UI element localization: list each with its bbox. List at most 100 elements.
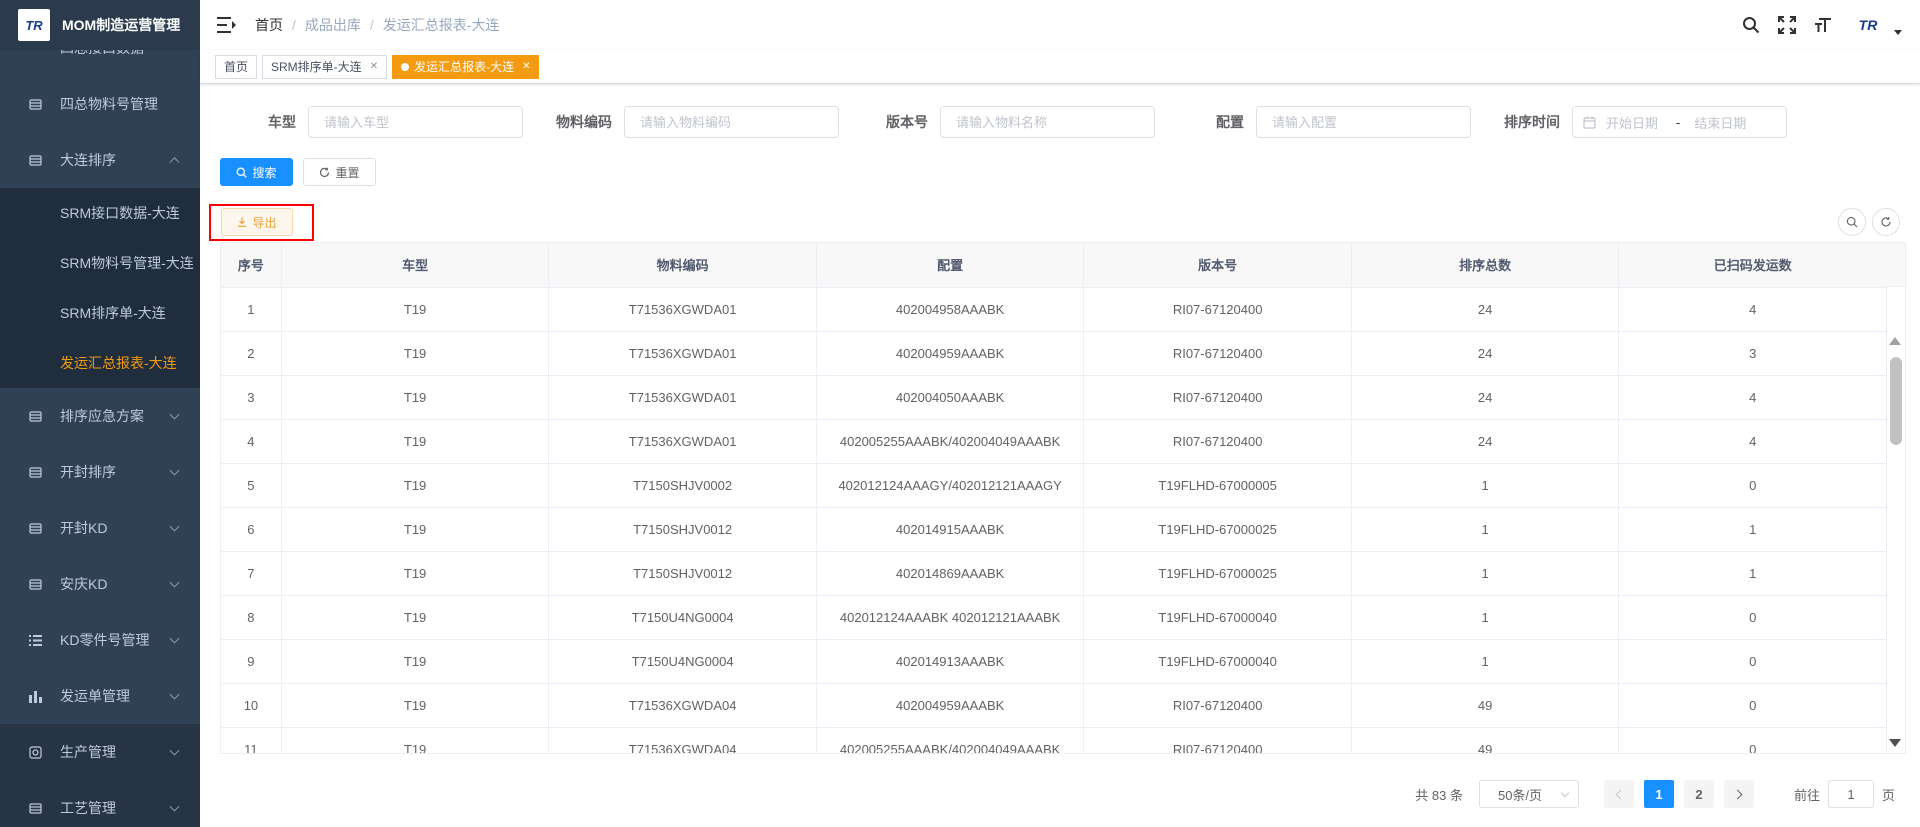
chevron-down-icon: [169, 521, 180, 532]
caret-down-icon[interactable]: [1894, 29, 1902, 35]
sidebar-item[interactable]: 工艺管理: [0, 780, 200, 827]
table-row[interactable]: 5 T19 T7150SHJV0002 402012124AAAGY/40201212…: [221, 463, 1887, 508]
scroll-down-icon[interactable]: [1889, 739, 1901, 747]
cell-index: 4: [221, 419, 282, 464]
date-range-picker[interactable]: 开始日期 - 结束日期: [1572, 106, 1787, 138]
end-date[interactable]: 结束日期: [1694, 113, 1746, 132]
search-button-label: 搜索: [252, 165, 277, 180]
version-input[interactable]: [940, 106, 1155, 138]
breadcrumb-home[interactable]: 首页: [255, 15, 283, 35]
cell-material-code: T7150SHJV0002: [548, 463, 817, 508]
export-highlight-box: [209, 204, 314, 241]
total-count: 共 83 条: [1415, 787, 1463, 803]
cell-config: 402004959AAABK: [816, 683, 1085, 728]
tag-home[interactable]: 首页: [215, 54, 258, 79]
fullscreen-icon[interactable]: [1776, 14, 1798, 36]
prev-page-button[interactable]: [1603, 780, 1634, 808]
close-icon[interactable]: ✕: [370, 61, 378, 72]
chevron-down-icon: [169, 409, 180, 420]
config-input[interactable]: [1256, 106, 1471, 138]
search-icon[interactable]: [1740, 14, 1762, 36]
cell-model: T19: [281, 375, 550, 420]
table-row[interactable]: 2 T19 T71536XGWDA01 402004959AAABK RI07-6712…: [221, 331, 1887, 376]
close-icon[interactable]: ✕: [522, 61, 530, 72]
sidebar-item[interactable]: 排序应急方案: [0, 388, 200, 444]
table-row[interactable]: 4 T19 T71536XGWDA01 402005255AAABK/40200404…: [221, 419, 1887, 464]
pagination: 共 83 条 50条/页 1 2 前往 页: [1415, 780, 1895, 808]
table-scrollbar[interactable]: [1887, 287, 1905, 753]
cell-material-code: T71536XGWDA01: [548, 331, 817, 376]
sidebar-item[interactable]: 发运单管理: [0, 668, 200, 724]
sidebar-item[interactable]: 生产管理: [0, 724, 200, 780]
reset-button[interactable]: 重置: [303, 158, 376, 186]
cell-sort-total: 49: [1351, 727, 1620, 753]
cell-model: T19: [281, 463, 550, 508]
hamburger-icon[interactable]: [217, 16, 237, 34]
search-button[interactable]: 搜索: [220, 158, 293, 186]
table-row[interactable]: 1 T19 T71536XGWDA01 402004958AAABK RI07-6712…: [221, 287, 1887, 332]
cell-index: 11: [221, 727, 282, 753]
goto-page-input[interactable]: [1827, 780, 1874, 808]
cell-scanned-shipped: 0: [1618, 595, 1887, 640]
scroll-thumb[interactable]: [1890, 357, 1902, 445]
material-code-input[interactable]: [624, 106, 839, 138]
cell-material-code: T71536XGWDA01: [548, 419, 817, 464]
tag-shipping-report[interactable]: 发运汇总报表-大连 ✕: [392, 54, 540, 79]
cell-model: T19: [281, 551, 550, 596]
tag-srm-sort[interactable]: SRM排序单-大连 ✕: [262, 54, 388, 79]
tag-label: 首页: [224, 60, 249, 74]
top-header: 首页 / 成品出库 / 发运汇总报表-大连 TR: [200, 0, 1920, 50]
toggle-search-button[interactable]: [1838, 208, 1866, 236]
page-2-button[interactable]: 2: [1683, 780, 1714, 808]
start-date[interactable]: 开始日期: [1606, 113, 1658, 132]
calendar-icon: [1583, 116, 1596, 129]
chevron-left-icon: [1615, 789, 1626, 799]
cell-material-code: T71536XGWDA04: [548, 727, 817, 753]
table-row[interactable]: 11 T19 T71536XGWDA04 402005255AAABK/4020040…: [221, 727, 1887, 753]
cell-index: 3: [221, 375, 282, 420]
sidebar-subitem[interactable]: SRM物料号管理-大连: [0, 238, 200, 288]
page-size-select[interactable]: 50条/页: [1478, 780, 1579, 808]
list-icon: [28, 633, 42, 647]
sidebar-item[interactable]: 开封排序: [0, 444, 200, 500]
cell-scanned-shipped: 1: [1618, 507, 1887, 552]
sidebar-item[interactable]: 开封KD: [0, 500, 200, 556]
cell-sort-total: 24: [1351, 331, 1620, 376]
table-row[interactable]: 10 T19 T71536XGWDA04 402004959AAABK RI07-671…: [221, 683, 1887, 728]
sidebar-item[interactable]: 大连排序: [0, 132, 200, 188]
scroll-up-icon[interactable]: [1889, 337, 1901, 345]
cell-scanned-shipped: 0: [1618, 463, 1887, 508]
cell-config: 402014869AAABK: [816, 551, 1085, 596]
page-1-button[interactable]: 1: [1643, 780, 1674, 808]
table-row[interactable]: 6 T19 T7150SHJV0012 402014915AAABK T19FLHD-6…: [221, 507, 1887, 552]
table-row[interactable]: 3 T19 T71536XGWDA01 402004050AAABK RI07-6712…: [221, 375, 1887, 420]
page-size-value: 50条/页: [1497, 787, 1543, 803]
font-size-icon[interactable]: [1812, 14, 1834, 36]
sidebar-item[interactable]: 四总物料号管理: [0, 76, 200, 132]
refresh-icon: [1881, 217, 1891, 227]
table-row[interactable]: 9 T19 T7150U4NG0004 402014913AAABK T19FLHD-6…: [221, 639, 1887, 684]
avatar[interactable]: TR: [1848, 12, 1888, 38]
table-icon: [28, 409, 42, 423]
chevron-down-icon: [169, 633, 180, 644]
sidebar-item-label: SRM排序单-大连: [60, 305, 166, 321]
tag-label: SRM排序单-大连: [271, 60, 362, 74]
cell-index: 8: [221, 595, 282, 640]
sidebar-subitem[interactable]: SRM接口数据-大连: [0, 188, 200, 238]
reset-button-label: 重置: [335, 165, 360, 180]
col-sort-total: 排序总数: [1351, 243, 1620, 288]
refresh-button[interactable]: [1872, 208, 1900, 236]
next-page-button[interactable]: [1723, 780, 1754, 808]
tags-view: 首页 SRM排序单-大连 ✕ 发运汇总报表-大连 ✕: [200, 50, 1920, 84]
sidebar-subitem[interactable]: 发运汇总报表-大连: [0, 338, 200, 388]
sidebar-item[interactable]: 安庆KD: [0, 556, 200, 612]
chevron-down-icon: [169, 745, 180, 756]
sidebar-subitem[interactable]: SRM排序单-大连: [0, 288, 200, 338]
table-row[interactable]: 7 T19 T7150SHJV0012 402014869AAABK T19FLHD-6…: [221, 551, 1887, 596]
sidebar-item[interactable]: KD零件号管理: [0, 612, 200, 668]
table-row[interactable]: 8 T19 T7150U4NG0004 402012124AAABK 40201212…: [221, 595, 1887, 640]
col-version: 版本号: [1083, 243, 1352, 288]
model-input[interactable]: [308, 106, 523, 138]
cell-version: RI07-67120400: [1083, 419, 1352, 464]
col-material-code: 物料编码: [548, 243, 817, 288]
